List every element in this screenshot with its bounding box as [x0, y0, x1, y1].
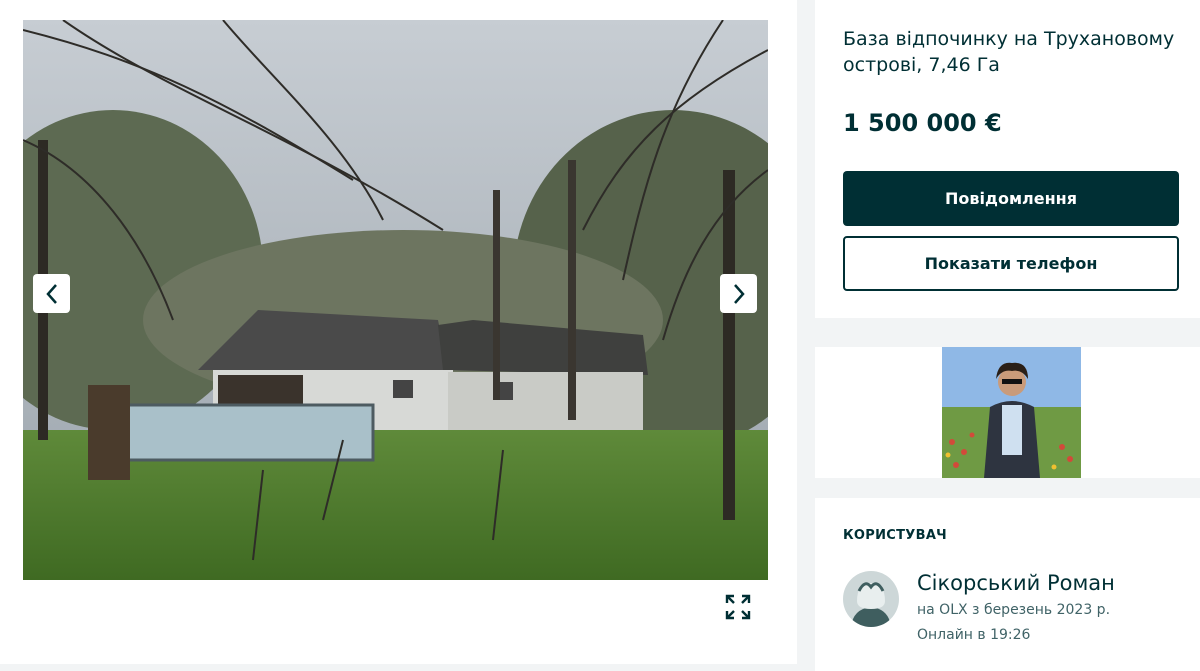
user-avatar[interactable] [843, 571, 899, 627]
listing-gallery-panel [0, 0, 797, 664]
chevron-left-icon [45, 283, 57, 304]
listing-price: 1 500 000 € [843, 109, 1002, 137]
user-section-heading: КОРИСТУВАЧ [843, 528, 947, 543]
listing-photo-image [23, 20, 768, 580]
chevron-right-icon [733, 283, 745, 304]
user-online-status: Онлайн в 19:26 [917, 627, 1031, 643]
user-name-link[interactable]: Сікорський Роман [917, 571, 1115, 595]
expand-icon [725, 594, 751, 620]
seller-photo-image [942, 347, 1081, 478]
listing-photo[interactable] [23, 20, 768, 580]
show-phone-button[interactable]: Показати телефон [843, 236, 1179, 291]
user-member-since: на OLX з березень 2023 р. [917, 602, 1111, 618]
message-button[interactable]: Повідомлення [843, 171, 1179, 226]
gallery-fullscreen-button[interactable] [718, 587, 758, 627]
gallery-next-button[interactable] [720, 274, 757, 313]
seller-photo-card [815, 347, 1200, 478]
user-card: КОРИСТУВАЧ Сікорський Роман на OLX з бер… [815, 498, 1200, 671]
gallery-prev-button[interactable] [33, 274, 70, 313]
listing-title: База відпочинку на Трухановому острові, … [843, 28, 1175, 76]
user-avatar-icon [843, 571, 899, 627]
seller-photo[interactable] [942, 347, 1081, 478]
listing-summary-card: База відпочинку на Трухановому острові, … [815, 0, 1200, 318]
